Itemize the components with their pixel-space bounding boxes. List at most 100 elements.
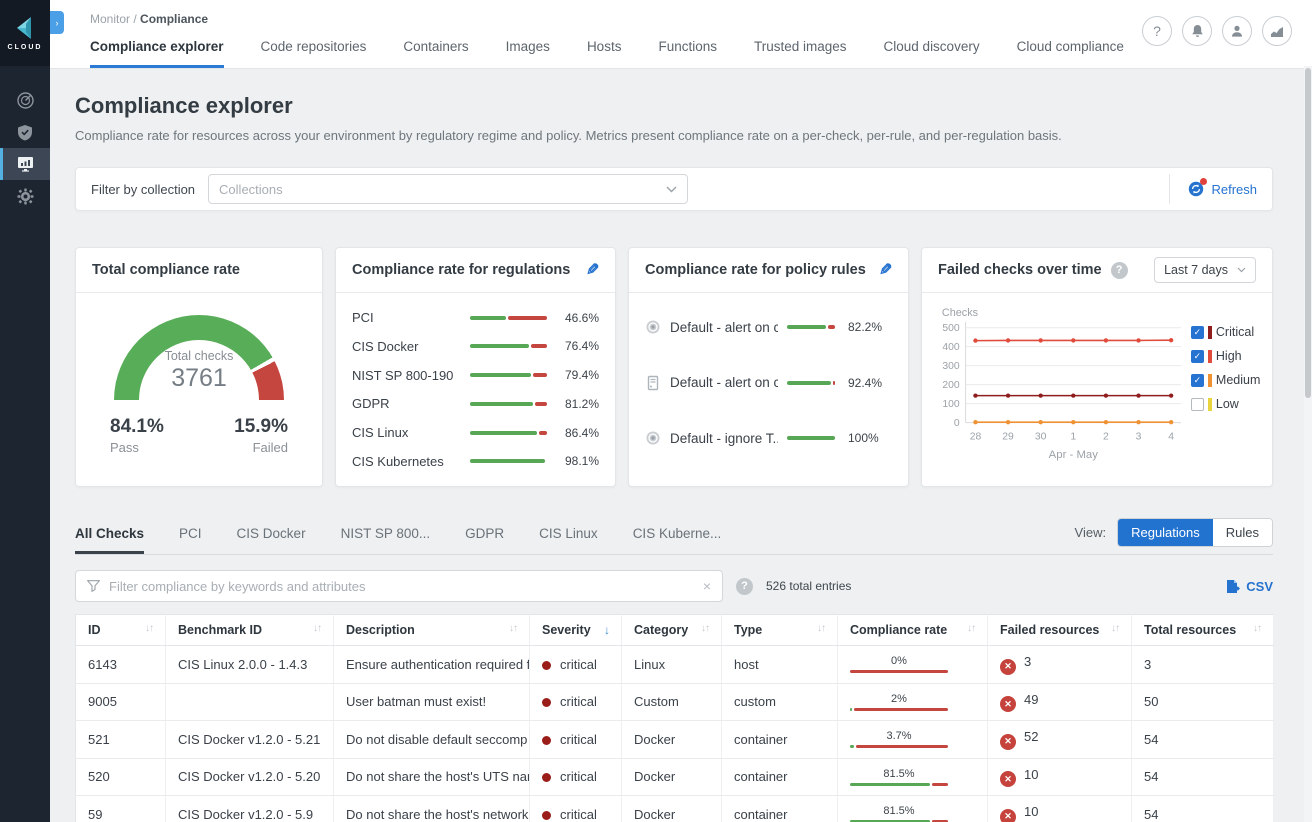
view-option-regulations[interactable]: Regulations bbox=[1118, 519, 1213, 546]
stats-button[interactable] bbox=[1262, 16, 1292, 46]
column-label: Failed resources bbox=[1000, 623, 1099, 637]
column-header-total-resources[interactable]: ↓↑Total resources bbox=[1132, 615, 1274, 646]
results-tab-gdpr[interactable]: GDPR bbox=[465, 520, 504, 554]
failed-x-icon: ✕ bbox=[1000, 809, 1016, 822]
column-header-failed-resources[interactable]: ↓↑ Failed resources bbox=[988, 615, 1132, 646]
svg-text:100: 100 bbox=[942, 399, 960, 410]
top-tab-cloud-compliance[interactable]: Cloud compliance bbox=[1017, 39, 1124, 68]
sidebar-expand-button[interactable]: › bbox=[50, 11, 64, 34]
vertical-scrollbar[interactable] bbox=[1304, 66, 1312, 822]
legend-item-high[interactable]: ✓High bbox=[1191, 349, 1268, 363]
breadcrumb-section[interactable]: Monitor / bbox=[90, 12, 137, 26]
legend-item-medium[interactable]: ✓Medium bbox=[1191, 373, 1268, 387]
cell-description: Do not share the host's network ... bbox=[334, 796, 530, 822]
sort-icon[interactable]: ↓↑ bbox=[967, 623, 975, 634]
top-tab-code-repositories[interactable]: Code repositories bbox=[261, 39, 367, 68]
entries-help-icon[interactable]: ? bbox=[736, 578, 753, 595]
column-header-severity[interactable]: ↓Severity bbox=[530, 615, 622, 646]
bar-pass-segment bbox=[470, 402, 533, 406]
policy-rule-row-2[interactable]: Default - alert on c...92.4% bbox=[645, 375, 892, 391]
table-row-check-521[interactable]: 521CIS Docker v1.2.0 - 5.21Do not disabl… bbox=[76, 721, 1274, 759]
top-tab-compliance-explorer[interactable]: Compliance explorer bbox=[90, 39, 224, 68]
user-button[interactable] bbox=[1222, 16, 1252, 46]
regulation-row-cis-linux[interactable]: CIS Linux86.4% bbox=[352, 425, 599, 440]
unchecked-checkbox[interactable] bbox=[1191, 398, 1204, 411]
sort-icon[interactable]: ↓↑ bbox=[1253, 623, 1261, 634]
table-row-check-520[interactable]: 520CIS Docker v1.2.0 - 5.20Do not share … bbox=[76, 758, 1274, 796]
top-tab-trusted-images[interactable]: Trusted images bbox=[754, 39, 847, 68]
failed-checks-help-icon[interactable]: ? bbox=[1111, 262, 1128, 279]
policy-rule-row-1[interactable]: Default - alert on c...82.2% bbox=[645, 319, 892, 335]
sidebar-item-settings[interactable] bbox=[0, 180, 50, 212]
checked-checkbox[interactable]: ✓ bbox=[1191, 350, 1204, 363]
export-file-icon bbox=[1226, 579, 1240, 594]
sort-icon[interactable]: ↓↑ bbox=[701, 623, 709, 634]
refresh-icon bbox=[1188, 181, 1204, 197]
legend-item-critical[interactable]: ✓Critical bbox=[1191, 325, 1268, 339]
table-row-check-6143[interactable]: 6143CIS Linux 2.0.0 - 1.4.3Ensure authen… bbox=[76, 646, 1274, 684]
regulation-percent: 46.6% bbox=[555, 311, 599, 325]
results-tab-cis-kuberne[interactable]: CIS Kuberne... bbox=[633, 520, 722, 554]
results-tab-pci[interactable]: PCI bbox=[179, 520, 202, 554]
policy-rule-row-3[interactable]: Default - ignore T...100% bbox=[645, 430, 892, 446]
column-header-id[interactable]: ↓↑ID bbox=[76, 615, 166, 646]
results-tab-all-checks[interactable]: All Checks bbox=[75, 520, 144, 554]
sort-icon[interactable]: ↓↑ bbox=[817, 623, 825, 634]
top-tab-hosts[interactable]: Hosts bbox=[587, 39, 622, 68]
compliance-bar bbox=[470, 373, 547, 377]
column-label: Compliance rate bbox=[850, 623, 947, 637]
column-header-category[interactable]: ↓↑Category bbox=[622, 615, 722, 646]
column-header-type[interactable]: ↓↑Type bbox=[722, 615, 838, 646]
sort-icon[interactable]: ↓↑ bbox=[509, 623, 517, 634]
sidebar-item-radar[interactable] bbox=[0, 84, 50, 116]
collections-select[interactable]: Collections bbox=[208, 174, 688, 204]
notifications-button[interactable] bbox=[1182, 16, 1212, 46]
card-policy-rules-title: Compliance rate for policy rules bbox=[645, 262, 866, 278]
edit-regulations-icon[interactable]: ✎ bbox=[586, 260, 599, 280]
time-range-select[interactable]: Last 7 days bbox=[1154, 257, 1256, 283]
cell-total-resources: 50 bbox=[1132, 683, 1274, 721]
top-tab-functions[interactable]: Functions bbox=[658, 39, 717, 68]
sidebar-item-defend[interactable] bbox=[0, 116, 50, 148]
top-tab-containers[interactable]: Containers bbox=[403, 39, 468, 68]
gauge-center-value: 3761 bbox=[114, 364, 284, 393]
clear-filter-icon[interactable]: × bbox=[703, 578, 711, 594]
regulation-row-pci[interactable]: PCI46.6% bbox=[352, 310, 599, 325]
failed-x-icon: ✕ bbox=[1000, 659, 1016, 675]
sidebar-item-monitor[interactable] bbox=[0, 148, 50, 180]
help-button[interactable]: ? bbox=[1142, 16, 1172, 46]
table-row-check-59[interactable]: 59CIS Docker v1.2.0 - 5.9Do not share th… bbox=[76, 796, 1274, 822]
severity-critical-dot bbox=[542, 661, 551, 670]
results-tab-cis-linux[interactable]: CIS Linux bbox=[539, 520, 598, 554]
regulation-row-nist-sp-800-190[interactable]: NIST SP 800-19079.4% bbox=[352, 368, 599, 383]
chevron-down-icon bbox=[666, 186, 677, 193]
failed-count: 10 bbox=[1024, 804, 1038, 819]
sort-icon[interactable]: ↓↑ bbox=[313, 623, 321, 634]
checked-checkbox[interactable]: ✓ bbox=[1191, 326, 1204, 339]
edit-policy-rules-icon[interactable]: ✎ bbox=[879, 260, 892, 280]
card-regulations: Compliance rate for regulations ✎ PCI46.… bbox=[335, 247, 616, 487]
column-header-compliance-rate[interactable]: ↓↑ Compliance rate bbox=[838, 615, 988, 646]
top-tab-images[interactable]: Images bbox=[506, 39, 550, 68]
export-csv-button[interactable]: CSV bbox=[1226, 579, 1273, 594]
scrollbar-thumb[interactable] bbox=[1305, 68, 1311, 398]
checked-checkbox[interactable]: ✓ bbox=[1191, 374, 1204, 387]
severity-label: critical bbox=[560, 807, 597, 822]
results-tab-cis-docker[interactable]: CIS Docker bbox=[237, 520, 306, 554]
top-tab-cloud-discovery[interactable]: Cloud discovery bbox=[884, 39, 980, 68]
view-option-rules[interactable]: Rules bbox=[1213, 519, 1272, 546]
gauge-fail-stat: 15.9% Failed bbox=[234, 416, 288, 455]
column-header-benchmark-id[interactable]: ↓↑Benchmark ID bbox=[166, 615, 334, 646]
keyword-filter-input[interactable]: Filter compliance by keywords and attrib… bbox=[75, 570, 723, 602]
table-row-check-9005[interactable]: 9005User batman must exist!criticalCusto… bbox=[76, 683, 1274, 721]
regulation-row-cis-kubernetes[interactable]: CIS Kubernetes98.1% bbox=[352, 454, 599, 469]
regulation-row-cis-docker[interactable]: CIS Docker76.4% bbox=[352, 339, 599, 354]
sort-desc-active-icon[interactable]: ↓ bbox=[604, 623, 609, 637]
refresh-button[interactable]: Refresh bbox=[1188, 181, 1257, 197]
legend-item-low[interactable]: Low bbox=[1191, 397, 1268, 411]
sort-icon[interactable]: ↓↑ bbox=[1111, 623, 1119, 634]
results-tab-nist-sp-800[interactable]: NIST SP 800... bbox=[341, 520, 431, 554]
column-header-description[interactable]: ↓↑Description bbox=[334, 615, 530, 646]
sort-icon[interactable]: ↓↑ bbox=[145, 623, 153, 634]
regulation-row-gdpr[interactable]: GDPR81.2% bbox=[352, 396, 599, 411]
